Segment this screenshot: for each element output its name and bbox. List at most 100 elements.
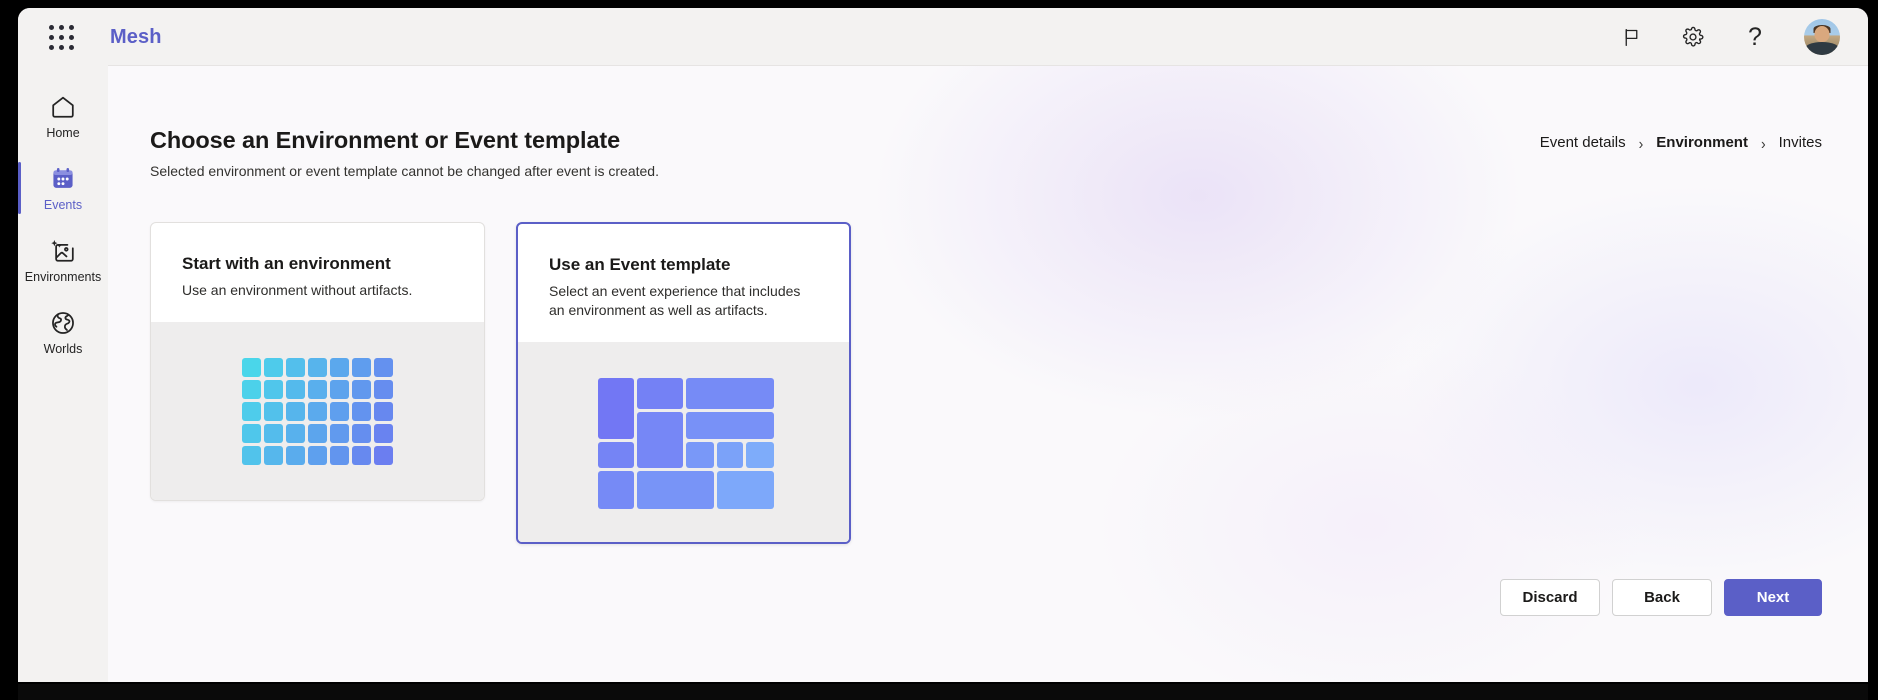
title-bar-actions: ? [1618,19,1840,55]
grid-cell [352,401,371,421]
avatar[interactable] [1804,19,1840,55]
sidebar-item-label: Worlds [43,341,83,356]
mosaic-tile [685,378,774,410]
grid-cell [286,401,305,421]
sidebar-item-label: Environments [24,269,102,284]
grid-cell [374,445,393,465]
grid-cell [374,357,393,377]
card-description: Use an environment without artifacts. [182,282,413,299]
grid-cell [330,423,349,443]
grid-cell [264,423,283,443]
card-title: Use an Event template [549,255,731,274]
title-bar-divider [108,65,1868,66]
card-title: Start with an environment [182,254,391,273]
gear-icon[interactable] [1680,24,1706,50]
card-header: Use an Event template Select an event ex… [518,224,849,342]
app-launcher-grid-icon[interactable] [48,24,74,50]
breadcrumb: Event details › Environment › Invites [1540,126,1822,151]
back-button[interactable]: Back [1612,579,1712,616]
calendar-icon [53,167,73,188]
mosaic-tile [685,442,714,469]
grid-cell [308,445,327,465]
grid-cell [374,401,393,421]
card-description: Select an event experience that includes… [549,283,801,319]
grid-cell [264,401,283,421]
main-content-area: Choose an Environment or Event template … [108,66,1868,682]
uniform-grid-thumbnail [242,357,393,465]
grid-cell [374,379,393,399]
app-window: Mesh ? Home Events Environments Worlds C… [18,8,1868,682]
sidebar-item-events[interactable]: Events [18,152,108,224]
page-title: Choose an Environment or Event template [150,127,621,153]
avatar-head [1814,26,1830,43]
grid-cell [352,423,371,443]
globe-icon [52,311,74,334]
grid-cell [352,357,371,377]
grid-cell [308,423,327,443]
mosaic-template-thumbnail [597,378,774,510]
mosaic-tile [597,471,634,510]
breadcrumb-item-environment: Environment [1656,134,1748,151]
template-choice-cards: Start with an environment Use an environ… [150,222,851,545]
grid-cell [242,423,261,443]
title-bar: Mesh ? [18,8,1868,66]
grid-cell [242,379,261,399]
sidebar-item-home[interactable]: Home [18,80,108,152]
grid-cell [264,357,283,377]
chevron-right-icon: › [1760,133,1766,152]
page-header: Choose an Environment or Event template … [150,126,1822,180]
mosaic-tile [685,412,774,440]
sidebar-nav: Home Events Environments Worlds [18,66,108,682]
grid-cell [264,445,283,465]
grid-cell [286,445,305,465]
mosaic-tile [745,442,774,469]
help-icon[interactable]: ? [1742,24,1768,50]
sidebar-item-label: Home [46,125,80,140]
image-sparkle-icon [51,239,74,262]
avatar-body [1805,42,1839,55]
breadcrumb-item-invites[interactable]: Invites [1779,134,1822,151]
grid-cell [374,423,393,443]
card-start-with-environment[interactable]: Start with an environment Use an environ… [150,222,485,502]
grid-cell [308,401,327,421]
mosaic-tile [636,378,683,410]
home-icon [52,96,74,118]
grid-cell [242,357,261,377]
app-brand-label[interactable]: Mesh [110,26,162,49]
sidebar-item-worlds[interactable]: Worlds [18,296,108,368]
grid-cell [286,357,305,377]
active-indicator-bar [18,162,21,214]
grid-cell [242,445,261,465]
grid-cell [330,401,349,421]
page-header-text: Choose an Environment or Event template … [150,126,659,180]
chevron-right-icon: › [1638,133,1644,152]
mosaic-tile [597,378,634,440]
screen-root: Mesh ? Home Events Environments Worlds C… [0,0,1878,700]
mosaic-tile [597,442,634,469]
card-thumbnail-panel [518,342,849,543]
grid-cell [330,357,349,377]
mosaic-tile [716,471,774,510]
sidebar-item-environments[interactable]: Environments [18,224,108,296]
mosaic-tile [716,442,743,469]
grid-cell [286,379,305,399]
next-button[interactable]: Next [1724,579,1822,616]
screen-bottom-cut-strip [18,684,1868,700]
mosaic-tile [636,471,714,510]
grid-cell [330,379,349,399]
page-subtitle: Selected environment or event template c… [150,162,659,179]
sidebar-item-label: Events [43,197,83,212]
card-header: Start with an environment Use an environ… [151,223,484,322]
grid-cell [330,445,349,465]
grid-cell [352,379,371,399]
discard-button[interactable]: Discard [1500,579,1600,616]
breadcrumb-item-event-details[interactable]: Event details [1540,134,1626,151]
grid-cell [308,379,327,399]
card-use-event-template[interactable]: Use an Event template Select an event ex… [516,222,851,545]
page-content: Choose an Environment or Event template … [108,66,1868,682]
grid-cell [286,423,305,443]
grid-cell [264,379,283,399]
flag-icon[interactable] [1618,24,1644,50]
grid-cell [308,357,327,377]
grid-cell [352,445,371,465]
